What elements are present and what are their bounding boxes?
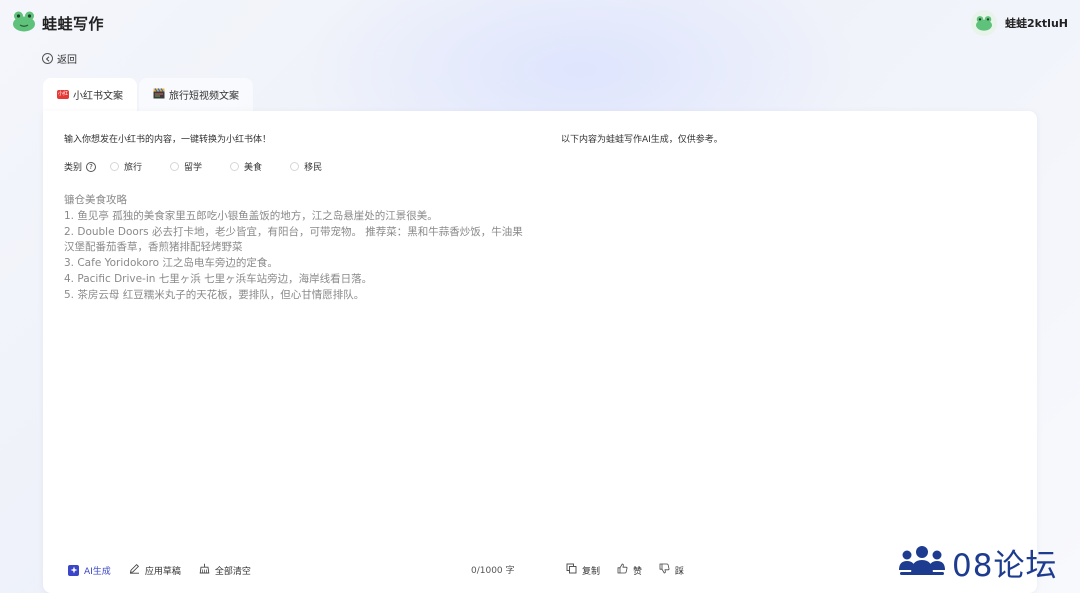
category-option-travel[interactable]: 旅行 xyxy=(110,160,142,173)
sparkle-icon xyxy=(68,564,79,576)
radio-circle[interactable] xyxy=(170,162,180,171)
content-line: 4. Pacific Drive-in 七里ヶ浜 七里ヶ浜车站旁边，海岸线看日落… xyxy=(64,272,373,285)
back-button[interactable]: 返回 xyxy=(42,51,77,66)
option-label: 留学 xyxy=(184,163,203,173)
pencil-icon xyxy=(129,563,140,577)
user-menu[interactable]: 蛙蛙2ktluH xyxy=(970,10,1068,36)
category-option-study-abroad[interactable]: 留学 xyxy=(170,160,202,173)
people-group-icon xyxy=(898,544,946,582)
category-label: 类别 xyxy=(64,163,83,173)
apply-draft-label: 应用草稿 xyxy=(144,566,181,577)
thumbs-down-icon xyxy=(659,563,670,577)
content-line: 1. 鱼见亭 孤独的美食家里五郎吃小银鱼盖饭的地方，江之岛悬崖处的江景很美。 xyxy=(64,209,438,222)
content-line: 镰仓美食攻略 xyxy=(64,194,127,206)
option-label: 旅行 xyxy=(124,163,143,173)
watermark-text: 08论坛 xyxy=(952,548,1058,584)
broom-icon xyxy=(199,563,210,577)
option-label: 美食 xyxy=(244,163,263,173)
tab-xiaohongshu[interactable]: 小红 小红书文案 xyxy=(43,78,137,111)
clapperboard-icon xyxy=(153,87,165,102)
content-line: 3. Cafe Yoridokoro 江之岛电车旁边的定食。 xyxy=(64,257,278,270)
app-logo[interactable]: 蛙蛙写作 xyxy=(12,10,104,36)
forum-watermark: 08论坛 xyxy=(898,540,1057,585)
result-actions: 复制 赞 踩 xyxy=(566,563,701,577)
tab-label: 小红书文案 xyxy=(73,91,123,102)
frog-logo-icon xyxy=(12,10,36,36)
radio-circle[interactable] xyxy=(290,162,300,171)
copy-button[interactable]: 复制 xyxy=(566,563,600,577)
dislike-label: 踩 xyxy=(675,566,685,577)
apply-draft-button[interactable]: 应用草稿 xyxy=(129,563,181,577)
editor-actions: AI生成 应用草稿 全部清空 xyxy=(68,563,269,577)
ai-generate-label: AI生成 xyxy=(84,566,111,577)
radio-circle[interactable] xyxy=(230,162,240,171)
ai-disclaimer: 以下内容为蛙蛙写作AI生成，仅供参考。 xyxy=(561,135,723,145)
dislike-button[interactable]: 踩 xyxy=(659,563,684,577)
content-line: 汉堡配番茄香草，香煎猪排配轻烤野菜 xyxy=(64,241,243,254)
editor-card: 输入你想发在小红书的内容，一键转换为小红书体！ 以下内容为蛙蛙写作AI生成，仅供… xyxy=(43,111,1037,593)
xiaohongshu-icon: 小红 xyxy=(57,90,69,99)
content-line: 5. 茶房云母 红豆糯米丸子的天花板，要排队，但心甘情愿排队。 xyxy=(64,288,365,301)
copy-icon xyxy=(566,563,577,577)
tab-bar: 小红 小红书文案 旅行短视频文案 xyxy=(43,78,253,111)
username: 蛙蛙2ktluH xyxy=(1004,17,1068,30)
character-counter: 0/1000 字 xyxy=(471,566,515,576)
like-button[interactable]: 赞 xyxy=(617,563,642,577)
category-selector: 类别 ? 旅行 留学 美食 移民 xyxy=(64,160,350,173)
copy-label: 复制 xyxy=(582,566,601,577)
avatar xyxy=(970,10,997,36)
brand-name: 蛙蛙写作 xyxy=(42,14,105,33)
tab-travel-video[interactable]: 旅行短视频文案 xyxy=(139,78,253,111)
back-label: 返回 xyxy=(57,55,77,66)
back-arrow-icon xyxy=(42,53,53,64)
ai-generate-button[interactable]: AI生成 xyxy=(68,564,111,577)
category-option-food[interactable]: 美食 xyxy=(230,160,262,173)
like-label: 赞 xyxy=(633,566,643,577)
tab-label: 旅行短视频文案 xyxy=(169,91,239,102)
content-line: 2. Double Doors 必去打卡地，老少皆宜，有阳台，可带宠物。 推荐菜… xyxy=(64,225,523,238)
clear-all-button[interactable]: 全部清空 xyxy=(199,563,251,577)
input-prompt: 输入你想发在小红书的内容，一键转换为小红书体！ xyxy=(64,135,272,145)
thumbs-up-icon xyxy=(617,563,628,577)
content-textarea[interactable]: 镰仓美食攻略 1. 鱼见亭 孤独的美食家里五郎吃小银鱼盖饭的地方，江之岛悬崖处的… xyxy=(64,193,524,304)
option-label: 移民 xyxy=(304,163,323,173)
category-option-immigration[interactable]: 移民 xyxy=(290,160,322,173)
clear-all-label: 全部清空 xyxy=(214,566,251,577)
help-icon[interactable]: ? xyxy=(86,161,97,172)
radio-circle[interactable] xyxy=(110,162,120,171)
